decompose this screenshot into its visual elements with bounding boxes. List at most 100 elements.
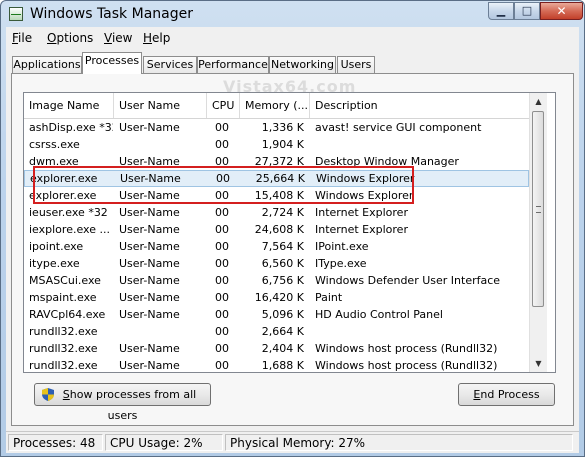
table-row[interactable]: explorer.exe User-Name 00 25,664 K Windows E…	[24, 170, 529, 187]
menu-options[interactable]: Options	[47, 31, 93, 45]
task-manager-icon	[9, 7, 23, 21]
cell-user-name: User-Name	[119, 257, 180, 270]
cell-cpu: 00	[215, 155, 229, 168]
table-row[interactable]: iexplore.exe ... User-Name 00 24,608 K Inter…	[24, 221, 529, 238]
tab-applications[interactable]: Applications	[12, 56, 82, 74]
title-bar[interactable]: Windows Task Manager ▁ □ ✕	[1, 1, 584, 27]
table-row[interactable]: mspaint.exe User-Name 00 16,420 K Paint	[24, 289, 529, 306]
cell-cpu: 00	[215, 359, 229, 372]
table-row[interactable]: rundll32.exe User-Name 00 1,688 K Windows ho…	[24, 357, 529, 372]
cell-cpu: 00	[215, 274, 229, 287]
menu-file[interactable]: File	[12, 31, 32, 45]
cell-image-name: explorer.exe	[29, 189, 97, 202]
table-row[interactable]: explorer.exe User-Name 00 15,408 K Windows E…	[24, 187, 529, 204]
show-all-processes-button[interactable]: Show processes from all users	[34, 383, 211, 422]
table-row[interactable]: itype.exe User-Name 00 6,560 K IType.exe	[24, 255, 529, 272]
cell-memory: 1,336 K	[261, 121, 304, 134]
col-description[interactable]: Description	[310, 93, 529, 118]
table-row[interactable]: ieuser.exe *32 User-Name 00 2,724 K Internet…	[24, 204, 529, 221]
list-header: Image Name User Name CPU Memory (... Des…	[24, 93, 529, 119]
cell-memory: 7,564 K	[261, 240, 304, 253]
tab-processes[interactable]: Processes	[82, 52, 142, 74]
cell-cpu: 00	[215, 121, 229, 134]
uac-shield-icon	[42, 388, 54, 401]
scroll-up-arrow-icon[interactable]: ▲	[530, 93, 547, 110]
col-image-name[interactable]: Image Name	[24, 93, 114, 118]
cell-memory: 5,096 K	[261, 308, 304, 321]
cell-description: Internet Explorer	[315, 223, 408, 236]
cell-image-name: MSASCui.exe	[29, 274, 101, 287]
cell-description: avast! service GUI component	[315, 121, 482, 134]
col-cpu[interactable]: CPU	[207, 93, 240, 118]
process-list[interactable]: Image Name User Name CPU Memory (... Des…	[23, 92, 556, 373]
cell-user-name: User-Name	[119, 206, 180, 219]
menu-bar: File Options View Help	[6, 27, 579, 49]
cell-image-name: rundll32.exe	[29, 359, 98, 372]
maximize-icon: □	[521, 4, 533, 17]
table-row[interactable]: rundll32.exe 00 2,664 K	[24, 323, 529, 340]
status-physical-memory: Physical Memory: 27%	[225, 434, 573, 451]
cell-description: Desktop Window Manager	[315, 155, 459, 168]
cell-user-name: User-Name	[119, 291, 180, 304]
minimize-button[interactable]: ▁	[488, 2, 514, 20]
scroll-down-arrow-icon[interactable]: ▼	[530, 355, 547, 372]
cell-user-name: User-Name	[120, 172, 181, 185]
cell-description: HD Audio Control Panel	[315, 308, 443, 321]
cell-image-name: rundll32.exe	[29, 325, 98, 338]
cell-description: Windows Defender User Interface	[315, 274, 501, 287]
cell-cpu: 00	[215, 308, 229, 321]
table-row[interactable]: csrss.exe 00 1,904 K	[24, 136, 529, 153]
cell-image-name: rundll32.exe	[29, 342, 98, 355]
cell-user-name: User-Name	[119, 121, 180, 134]
menu-help[interactable]: Help	[143, 31, 170, 45]
cell-image-name: ipoint.exe	[29, 240, 84, 253]
cell-description: Paint	[315, 291, 343, 304]
table-row[interactable]: rundll32.exe User-Name 00 2,404 K Windows ho…	[24, 340, 529, 357]
cell-cpu: 00	[215, 138, 229, 151]
col-memory[interactable]: Memory (...	[240, 93, 310, 118]
maximize-button[interactable]: □	[514, 2, 540, 20]
cell-description: Windows Explorer	[315, 189, 414, 202]
cell-memory: 2,724 K	[261, 206, 304, 219]
table-row[interactable]: RAVCpl64.exe User-Name 00 5,096 K HD Audio C…	[24, 306, 529, 323]
table-row[interactable]: dwm.exe User-Name 00 27,372 K Desktop Window…	[24, 153, 529, 170]
cell-user-name: User-Name	[119, 274, 180, 287]
cell-cpu: 00	[215, 291, 229, 304]
close-button[interactable]: ✕	[540, 2, 583, 20]
cell-cpu: 00	[215, 257, 229, 270]
tab-users[interactable]: Users	[337, 56, 375, 74]
tab-networking[interactable]: Networking	[269, 56, 336, 74]
cell-image-name: explorer.exe	[30, 172, 98, 185]
col-user-name[interactable]: User Name	[114, 93, 207, 118]
status-bar: Processes: 48 CPU Usage: 2% Physical Mem…	[6, 431, 579, 453]
cell-image-name: itype.exe	[29, 257, 80, 270]
vertical-scrollbar[interactable]: ▲ ▼	[529, 93, 547, 372]
cell-description: Windows Explorer	[316, 172, 415, 185]
cell-user-name: User-Name	[119, 223, 180, 236]
cell-memory: 1,904 K	[261, 138, 304, 151]
cell-memory: 6,560 K	[261, 257, 304, 270]
cell-user-name: User-Name	[119, 359, 180, 372]
cell-user-name: User-Name	[119, 308, 180, 321]
cell-cpu: 00	[215, 342, 229, 355]
tab-services[interactable]: Services	[143, 56, 197, 74]
cell-cpu: 00	[215, 240, 229, 253]
scroll-thumb[interactable]	[532, 111, 544, 307]
cell-memory: 2,404 K	[261, 342, 304, 355]
cell-image-name: csrss.exe	[29, 138, 80, 151]
cell-memory: 16,420 K	[254, 291, 304, 304]
cell-description: Windows host process (Rundll32)	[315, 342, 498, 355]
menu-view[interactable]: View	[104, 31, 132, 45]
table-row[interactable]: ipoint.exe User-Name 00 7,564 K IPoint.exe	[24, 238, 529, 255]
task-manager-window: Windows Task Manager ▁ □ ✕ File Options …	[0, 0, 585, 457]
end-process-button[interactable]: End Process	[458, 383, 555, 406]
table-row[interactable]: MSASCui.exe User-Name 00 6,756 K Windows Def…	[24, 272, 529, 289]
cell-cpu: 00	[216, 172, 230, 185]
cell-image-name: dwm.exe	[29, 155, 79, 168]
table-row[interactable]: ashDisp.exe *32 User-Name 00 1,336 K avast! …	[24, 119, 529, 136]
tab-performance[interactable]: Performance	[197, 56, 269, 74]
cell-description: IType.exe	[315, 257, 367, 270]
cell-image-name: ashDisp.exe *32	[29, 121, 113, 134]
cell-user-name: User-Name	[119, 155, 180, 168]
cell-cpu: 00	[215, 223, 229, 236]
